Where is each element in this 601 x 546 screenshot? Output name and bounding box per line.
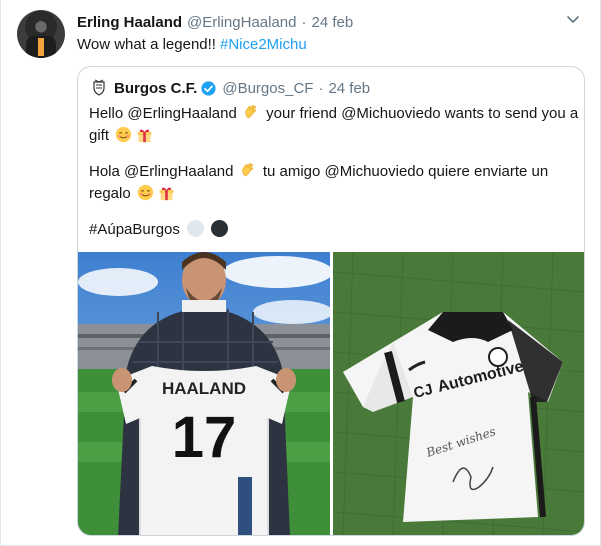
quoted-date[interactable]: 24 feb: [328, 80, 370, 97]
quoted-line-2: gift: [89, 125, 579, 147]
burgos-logo-icon: [93, 79, 105, 96]
tweet-date[interactable]: 24 feb: [311, 14, 353, 31]
tweet-header: Erling Haaland @ErlingHaaland · 24 feb: [77, 12, 353, 32]
author-avatar[interactable]: [17, 10, 65, 58]
quoted-line-3-b: tu amigo @Michuoviedo quiere enviarte un: [262, 163, 549, 180]
gift-icon: [137, 129, 152, 143]
quoted-line-3: Hola @ErlingHaaland tu amigo @Michuovied…: [89, 161, 579, 183]
jersey-number-text: 17: [172, 405, 237, 470]
clapping-hands-icon: [241, 163, 253, 177]
separator-dot: ·: [301, 13, 307, 31]
quoted-line-4-text: regalo: [89, 185, 131, 202]
quoted-author-name[interactable]: Burgos C.F.: [114, 80, 197, 97]
jersey-name-text: HAALAND: [162, 379, 246, 398]
gift-icon: [159, 187, 174, 201]
photo-man-with-jersey[interactable]: HAALAND 17: [78, 252, 330, 535]
quoted-line-1-a: Hello @ErlingHaaland: [89, 105, 237, 122]
media-grid: HAALAND 17 CJ Automotive Best wishes: [78, 252, 584, 535]
smiling-face-icon: [137, 184, 154, 201]
avatar-stripe: [38, 38, 44, 56]
quoted-line-3-a: Hola @ErlingHaaland: [89, 163, 234, 180]
tweet[interactable]: Erling Haaland @ErlingHaaland · 24 feb W…: [0, 0, 601, 546]
tweet-text-body: Wow what a legend!!: [77, 36, 216, 53]
tweet-text: Wow what a legend!! #Nice2Michu: [77, 35, 307, 55]
verified-icon: [201, 80, 216, 96]
quoted-line-1: Hello @ErlingHaaland your friend @Michuo…: [89, 103, 579, 125]
quoted-separator-dot: ·: [318, 79, 324, 97]
black-circle-icon: [211, 220, 229, 237]
smiling-face-icon: [116, 126, 132, 143]
quoted-author-handle[interactable]: @Burgos_CF: [222, 80, 313, 97]
quoted-line-5: #AúpaBurgos: [89, 219, 579, 241]
quoted-line-4: regalo: [89, 183, 579, 205]
chevron-down-icon[interactable]: [566, 12, 580, 26]
quoted-line-2-text: gift: [89, 127, 110, 144]
photo-signed-jersey[interactable]: CJ Automotive Best wishes: [333, 252, 584, 535]
quoted-tweet[interactable]: Burgos C.F. @Burgos_CF · 24 feb Hello @E…: [77, 66, 585, 536]
quoted-hashtag[interactable]: #AúpaBurgos: [89, 221, 180, 238]
quoted-header: Burgos C.F. @Burgos_CF · 24 feb: [90, 77, 370, 99]
author-handle[interactable]: @ErlingHaaland: [187, 14, 296, 31]
author-name[interactable]: Erling Haaland: [77, 14, 182, 31]
tweet-hashtag[interactable]: #Nice2Michu: [220, 36, 307, 53]
quoted-line-1-b: your friend @Michuoviedo wants to send y…: [266, 105, 579, 122]
white-circle-icon: [187, 220, 205, 237]
quoted-text: Hello @ErlingHaaland your friend @Michuo…: [89, 103, 579, 241]
clapping-hands-icon: [245, 105, 257, 119]
